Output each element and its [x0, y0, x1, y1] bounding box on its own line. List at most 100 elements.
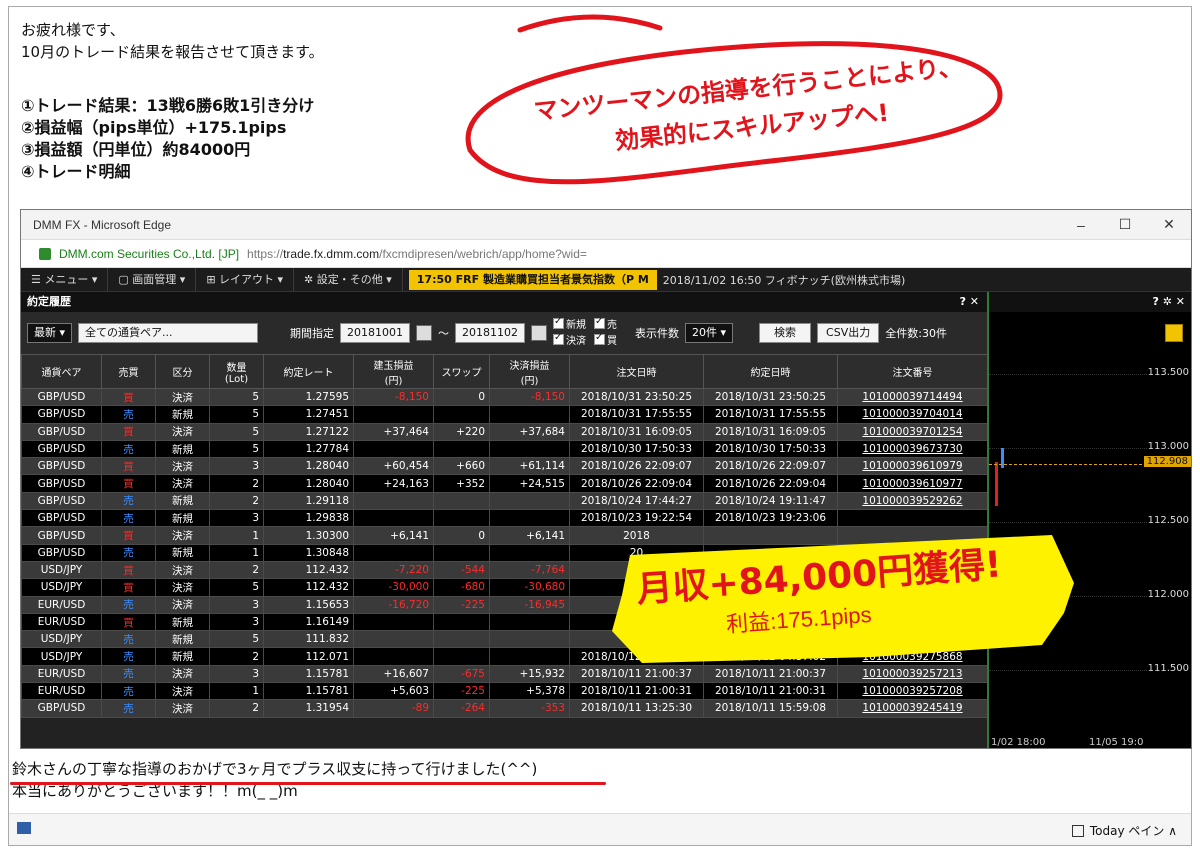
column-header[interactable]: 数量 (Lot)	[209, 354, 264, 389]
checkbox-sell[interactable]: 売	[594, 315, 617, 332]
csv-export-button[interactable]: CSV出力	[817, 323, 880, 343]
table-cell: USD/JPY	[21, 647, 102, 666]
table-cell[interactable]: 101000039529262	[837, 491, 988, 511]
report-summary: ①トレード結果：13戦6勝6敗1引き分け ②損益幅（pips単位）+175.1p…	[21, 95, 314, 183]
table-cell: GBP/USD	[21, 509, 102, 528]
table-row[interactable]: GBP/USD 売新規 5 1.27451 2018/10/31 17:55:55 201…	[21, 405, 988, 424]
pair-select[interactable]: 全ての通貨ペア...	[78, 323, 259, 343]
column-header[interactable]: 売買	[101, 354, 156, 389]
date-from-input[interactable]: 20181001	[340, 323, 411, 343]
column-header[interactable]: スワップ	[433, 354, 490, 389]
table-cell: 2018/10/26 22:09:04	[569, 474, 704, 493]
table-cell: 2018/10/26 22:09:07	[569, 457, 704, 476]
table-row[interactable]: EUR/USD 売決済 3 1.15781 +16,607 -675 +15,932 2018…	[21, 664, 988, 684]
table-row[interactable]: GBP/USD 買決済 2 1.28040 +24,163 +352 +24,515 2018…	[21, 474, 988, 493]
panel-controls[interactable]: ? ✲ ✕	[1153, 292, 1185, 312]
table-cell: 決済	[155, 474, 210, 493]
table-cell: 売	[101, 699, 156, 718]
table-cell: 5	[209, 387, 264, 407]
table-cell: -16,945	[489, 595, 570, 614]
table-row[interactable]: GBP/USD 買決済 3 1.28040 +60,454 +660 +61,114 2018…	[21, 457, 988, 476]
today-pane-toggle[interactable]: Today ペイン ∧	[1071, 822, 1177, 839]
table-cell[interactable]: 101000039704014	[837, 405, 988, 424]
table-cell: GBP/USD	[21, 387, 102, 407]
table-cell: 決済	[155, 699, 210, 718]
table-cell: 2018/10/30 17:50:33	[569, 439, 704, 459]
table-row[interactable]: GBP/USD 売新規 5 1.27784 2018/10/30 17:50:33 201…	[21, 439, 988, 459]
table-cell[interactable]: 101000039245419	[837, 699, 988, 718]
minimize-icon[interactable]: –	[1059, 217, 1103, 233]
table-cell: 2018/10/11 21:00:31	[569, 682, 704, 701]
column-header[interactable]: 決済損益 (円)	[489, 354, 570, 389]
calendar-icon[interactable]	[531, 325, 548, 341]
checkbox-label: 買	[607, 336, 618, 347]
menu-button[interactable]: ☰ メニュー ▾	[21, 267, 109, 292]
table-cell: 新規	[155, 405, 210, 424]
table-cell: -353	[489, 699, 570, 718]
table-cell[interactable]: 101000039714494	[837, 387, 988, 407]
panel-header: ? ✲ ✕	[989, 292, 1191, 312]
table-cell: 決済	[155, 682, 210, 701]
calendar-icon[interactable]	[416, 325, 433, 341]
table-cell: -7,220	[353, 560, 434, 580]
date-to-input[interactable]: 20181102	[455, 323, 526, 343]
table-cell[interactable]: 101000039701254	[837, 422, 988, 441]
trade-history-panel: 約定履歴 ? ✕ 最新 ▾ 全ての通貨ペア... 期間指定 20181001 〜…	[21, 292, 988, 748]
table-row[interactable]: EUR/USD 売決済 1 1.15781 +5,603 -225 +5,378 2018/1…	[21, 682, 988, 701]
checkbox-new[interactable]: 新規	[553, 315, 587, 332]
layout-button[interactable]: ⊞ レイアウト ▾	[196, 267, 295, 292]
checkbox-label: 新規	[566, 320, 587, 331]
table-cell: 1.27451	[263, 405, 354, 424]
column-header[interactable]: 注文日時	[569, 354, 704, 389]
settings-button[interactable]: ✲ 設定・その他 ▾	[294, 267, 403, 292]
grid-layout-icon[interactable]	[1165, 324, 1183, 342]
column-header[interactable]: 注文番号	[837, 354, 988, 389]
search-button[interactable]: 検索	[759, 323, 812, 343]
table-cell: 買	[101, 422, 156, 441]
address-bar[interactable]: DMM.com Securities Co.,Ltd. [JP] https:/…	[21, 240, 1191, 268]
sort-select[interactable]: 最新 ▾	[27, 323, 73, 343]
price-label: 111.500	[1147, 663, 1189, 674]
column-header[interactable]: 約定日時	[703, 354, 838, 389]
checkbox-settle[interactable]: 決済	[553, 331, 586, 348]
table-cell: GBP/USD	[21, 405, 102, 424]
table-cell: 0	[433, 387, 490, 407]
table-row[interactable]: GBP/USD 売決済 2 1.31954 -89 -264 -353 2018/10/11 …	[21, 699, 988, 718]
column-header[interactable]: 通貨ペア	[21, 354, 102, 389]
table-cell: 決済	[155, 526, 210, 545]
panel-controls[interactable]: ? ✕	[960, 292, 979, 312]
news-headline[interactable]: 2018/11/02 16:50 フィボナッチ(欧州株式市場)	[663, 272, 905, 288]
table-cell[interactable]: 101000039257208	[837, 682, 988, 701]
table-row[interactable]: GBP/USD 売新規 3 1.29838 2018/10/23 19:22:54 201…	[21, 509, 988, 528]
table-cell: 1.27784	[263, 439, 354, 459]
table-cell[interactable]: 101000039610977	[837, 474, 988, 493]
table-cell[interactable]	[837, 509, 988, 528]
table-cell: +6,141	[353, 526, 434, 545]
table-row[interactable]: GBP/USD 買決済 5 1.27595 -8,150 0 -8,150 2018/10/3…	[21, 387, 988, 407]
table-cell[interactable]: 101000039257213	[837, 664, 988, 684]
lock-icon	[39, 247, 51, 260]
intro-text: お疲れ様です、 10月のトレード結果を報告させて頂きます。	[21, 19, 324, 63]
table-cell[interactable]: 101000039673730	[837, 439, 988, 459]
table-cell[interactable]: 101000039610979	[837, 457, 988, 476]
column-header[interactable]: 建玉損益 (円)	[353, 354, 434, 389]
maximize-icon[interactable]: ☐	[1103, 216, 1147, 233]
table-cell: 買	[101, 578, 156, 597]
table-cell: +37,684	[489, 422, 570, 441]
table-cell: 買	[101, 457, 156, 476]
close-icon[interactable]: ✕	[1147, 216, 1191, 233]
table-cell: 0	[433, 526, 490, 545]
table-cell: 3	[209, 612, 264, 632]
checkbox-buy[interactable]: 買	[594, 331, 618, 348]
column-header[interactable]: 区分	[155, 354, 210, 389]
count-select[interactable]: 20件 ▾	[685, 323, 734, 343]
screen-manage-button[interactable]: ▢ 画面管理 ▾	[108, 267, 197, 292]
table-cell	[433, 647, 490, 666]
table-cell: GBP/USD	[21, 439, 102, 459]
news-ticker[interactable]: 17:50 FRF 製造業購買担当者景気指数（P M	[408, 269, 657, 290]
table-row[interactable]: GBP/USD 買決済 5 1.27122 +37,464 +220 +37,684 2018…	[21, 422, 988, 441]
column-header[interactable]: 約定レート	[263, 354, 354, 389]
table-row[interactable]: GBP/USD 売新規 2 1.29118 2018/10/24 17:44:27 201…	[21, 491, 988, 511]
table-cell: 2018/10/23 19:22:54	[569, 509, 704, 528]
table-cell: 5	[209, 439, 264, 459]
